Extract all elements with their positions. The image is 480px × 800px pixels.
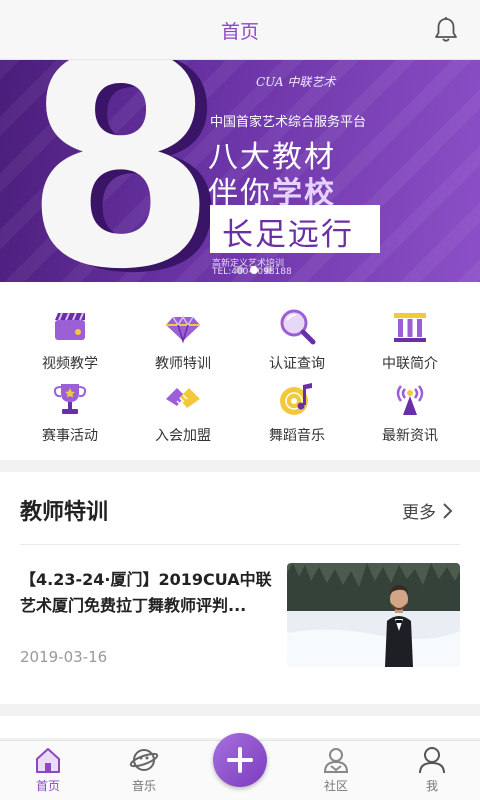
- handshake-icon: [166, 388, 200, 408]
- plus-icon: [227, 747, 253, 773]
- video-icon: [55, 312, 85, 340]
- grid-label: 舞蹈音乐: [269, 428, 325, 444]
- broadcast-icon: [396, 385, 424, 415]
- grid-label: 视频教学: [42, 356, 98, 372]
- tab-label: 社区: [323, 779, 348, 793]
- brand-logo: CUA 中联艺术: [256, 75, 336, 89]
- grid-label: 入会加盟: [155, 428, 211, 444]
- teacher-training-section: 教师特训 更多 【4.23-24·厦门】2019CUA中联艺术厦门免费拉丁舞教师…: [0, 472, 480, 704]
- carousel-dot[interactable]: [264, 266, 272, 274]
- diamond-icon: [166, 315, 200, 344]
- tab-label: 我: [425, 779, 438, 793]
- man-in-suit-photo: [287, 563, 460, 667]
- planet-icon: [129, 749, 159, 771]
- bell-icon[interactable]: [432, 16, 460, 44]
- music-icon: [280, 383, 312, 415]
- grid-label: 教师特训: [155, 356, 211, 372]
- grid-item-membership[interactable]: 入会加盟: [123, 379, 243, 449]
- grid-label: 最新资讯: [382, 428, 438, 444]
- article-date: 2019-03-16: [20, 648, 108, 666]
- grid-item-teacher-training[interactable]: 教师特训: [123, 307, 243, 377]
- tab-community[interactable]: 社区: [288, 745, 384, 794]
- tab-home[interactable]: 首页: [0, 745, 96, 794]
- section-title: 教师特训: [20, 500, 109, 525]
- add-button[interactable]: [213, 733, 267, 787]
- grid-item-video[interactable]: 视频教学: [10, 307, 130, 377]
- grid-item-news[interactable]: 最新资讯: [350, 379, 470, 449]
- magnifier-icon: [280, 309, 316, 345]
- quick-access-grid: 视频教学 教师特训 认证查询 中联简介 赛事活动 入会加盟 舞蹈音乐 最新资讯: [0, 282, 480, 460]
- grid-label: 赛事活动: [42, 428, 98, 444]
- grid-item-dance-music[interactable]: 舞蹈音乐: [237, 379, 357, 449]
- banner-subtitle: 中国首家艺术综合服务平台: [210, 115, 367, 130]
- banner-highlight-text: 长足远行: [222, 217, 354, 253]
- more-label: 更多: [402, 503, 436, 523]
- article-card[interactable]: 【4.23-24·厦门】2019CUA中联艺术厦门免费拉丁舞教师评判... 20…: [0, 545, 480, 685]
- carousel-dot[interactable]: [236, 266, 244, 274]
- home-icon: [36, 748, 60, 773]
- grid-item-certificate-query[interactable]: 认证查询: [237, 307, 357, 377]
- tab-music[interactable]: 音乐: [96, 745, 192, 794]
- more-button[interactable]: 更多: [402, 498, 454, 523]
- promo-banner[interactable]: 8 8 CUA 中联艺术 中国首家艺术综合服务平台 八大教材 伴你学校 长足远行…: [0, 60, 480, 282]
- pillars-icon: [394, 313, 426, 342]
- person-icon: [419, 747, 445, 774]
- tab-label: 音乐: [131, 779, 156, 793]
- top-bar: 首页: [0, 0, 480, 60]
- trophy-icon: [53, 384, 87, 414]
- tab-label: 首页: [35, 779, 60, 793]
- community-icon: [323, 748, 349, 773]
- grid-label: 认证查询: [269, 356, 325, 372]
- carousel-dot-active[interactable]: [250, 266, 258, 274]
- grid-label: 中联简介: [382, 356, 438, 372]
- carousel-dots[interactable]: [236, 266, 272, 274]
- tab-me[interactable]: 我: [384, 745, 480, 794]
- page-title: 首页: [220, 21, 259, 43]
- grid-item-events[interactable]: 赛事活动: [10, 379, 130, 449]
- big-number: 8: [24, 60, 217, 282]
- article-title: 【4.23-24·厦门】2019CUA中联艺术厦门免费拉丁舞教师评判...: [20, 570, 272, 615]
- grid-item-about[interactable]: 中联简介: [350, 307, 470, 377]
- chevron-right-icon: [443, 502, 453, 519]
